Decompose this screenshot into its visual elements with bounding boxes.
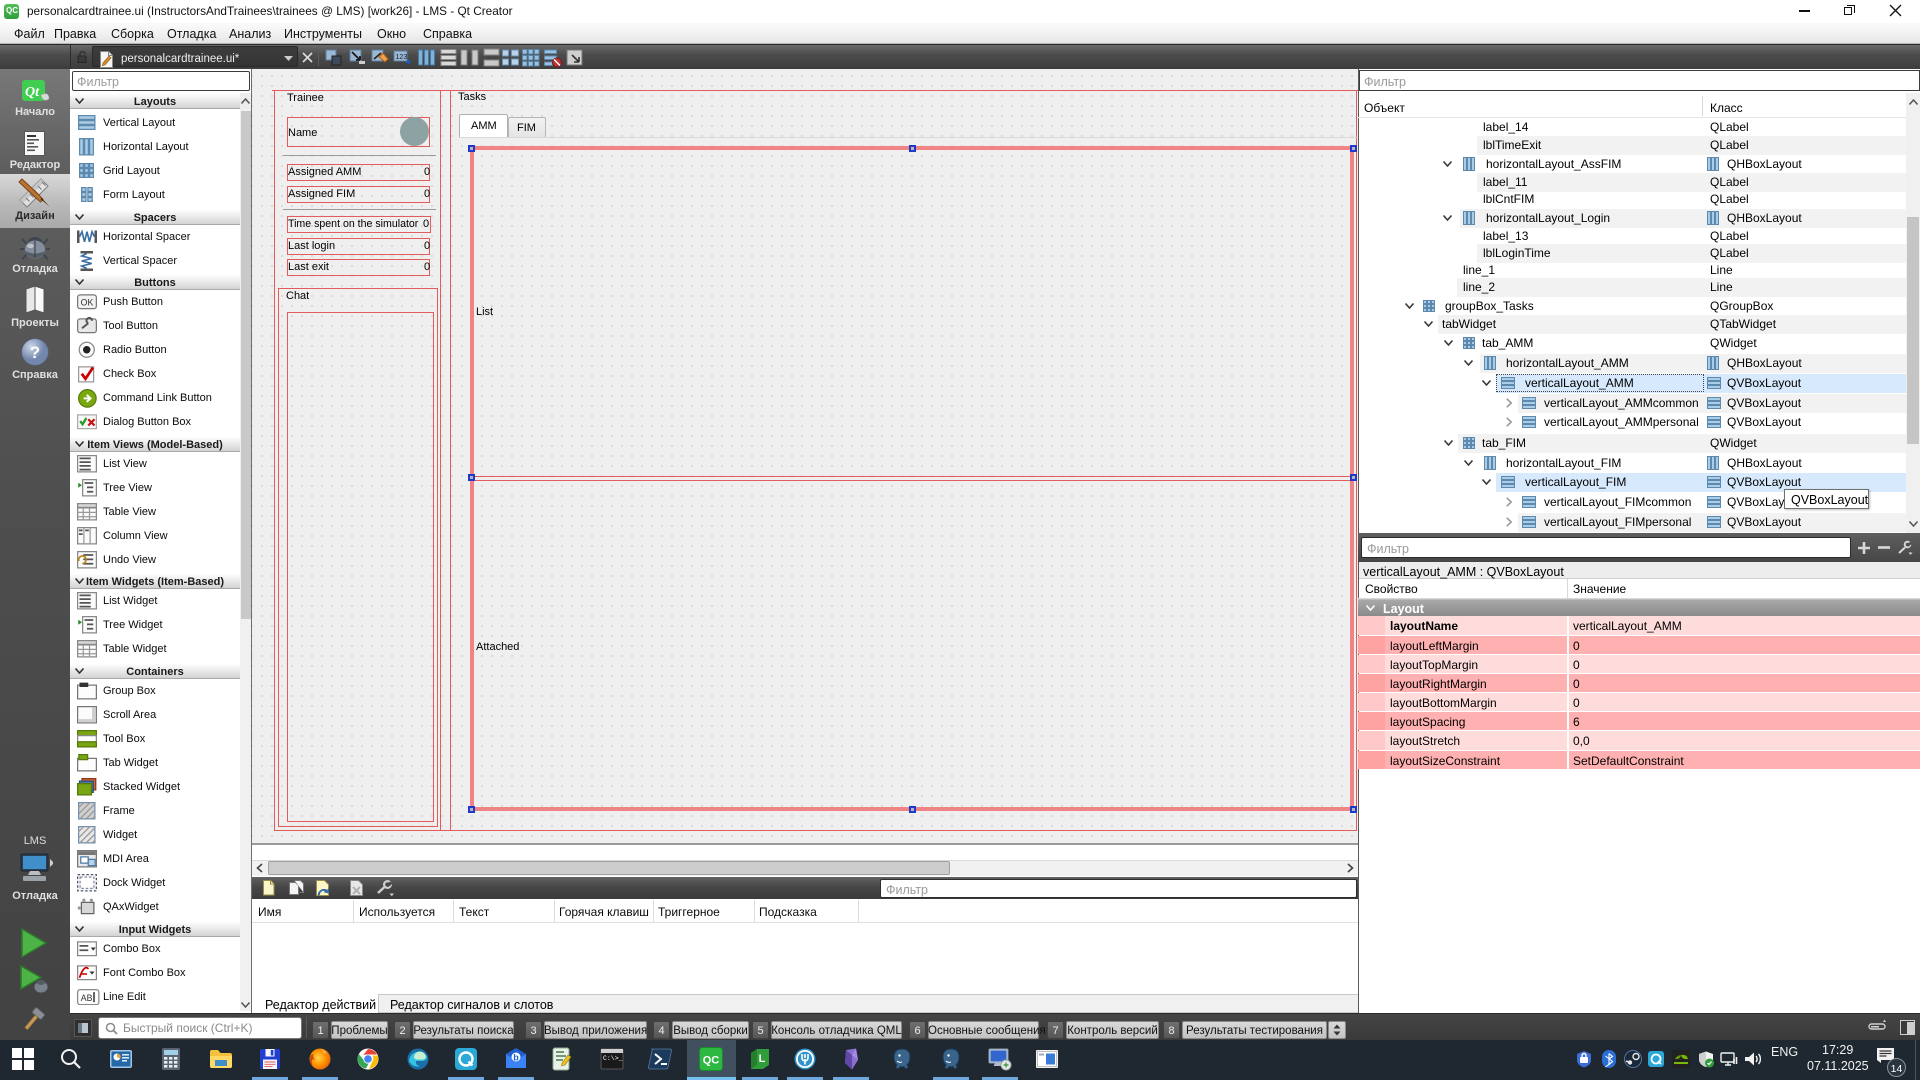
svg-text:OK: OK — [81, 298, 94, 308]
svg-text:AB: AB — [81, 993, 93, 1003]
svg-text:QC: QC — [703, 1055, 720, 1067]
svg-text:123: 123 — [396, 54, 408, 61]
svg-text:?: ? — [30, 343, 40, 362]
svg-text:L: L — [759, 1053, 766, 1065]
svg-text:C:\>_: C:\>_ — [603, 1055, 623, 1062]
svg-text:Qt: Qt — [25, 85, 40, 100]
svg-text:b: b — [513, 1053, 519, 1063]
